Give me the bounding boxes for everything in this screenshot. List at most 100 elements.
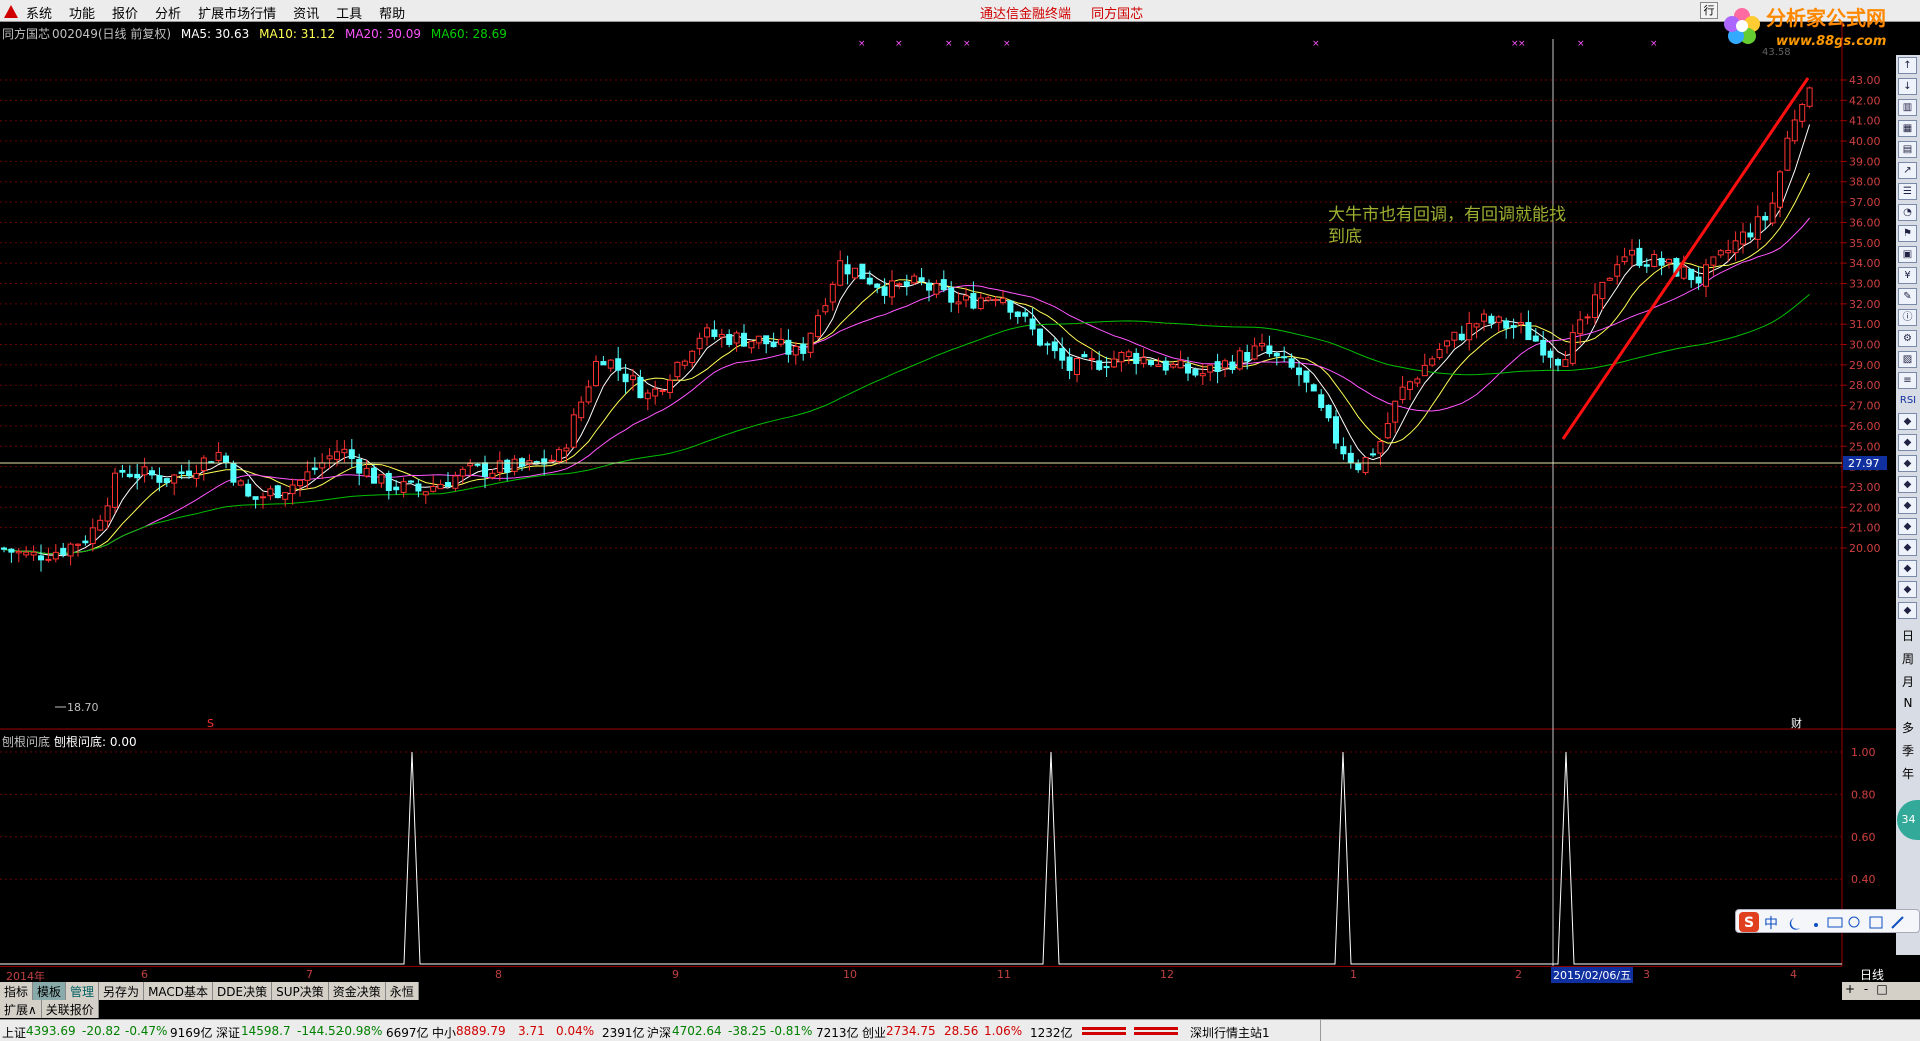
tab-7[interactable]: 资金决策 <box>329 982 386 1000</box>
candle-body <box>163 478 170 484</box>
window-button[interactable]: 行 <box>1700 2 1718 19</box>
tab-2[interactable]: 管理 <box>66 982 100 1000</box>
tab-3[interactable]: 另存为 <box>99 982 145 1000</box>
candle-body <box>1732 240 1739 254</box>
candle-body <box>1658 257 1665 266</box>
signal-x-marker: × <box>1518 39 1526 49</box>
pie-icon[interactable]: ◔ <box>1898 204 1917 221</box>
period-4[interactable]: 多 <box>1899 719 1917 736</box>
tab-0[interactable]: 指标 <box>0 982 34 1000</box>
font-icon[interactable]: ◆ <box>1898 560 1917 577</box>
period-label[interactable]: 日线 <box>1848 966 1896 982</box>
info-icon[interactable]: ⓘ <box>1898 309 1917 326</box>
candle-body <box>933 283 940 295</box>
note-icon[interactable]: ✎ <box>1898 288 1917 305</box>
export-icon[interactable]: ◆ <box>1898 497 1917 514</box>
candle-body <box>1525 322 1532 341</box>
tab-6[interactable]: SUP决策 <box>272 982 329 1000</box>
level-icon[interactable]: ≡ <box>1898 372 1917 389</box>
period-5[interactable]: 季 <box>1899 742 1917 759</box>
move-icon[interactable]: ◆ <box>1898 434 1917 451</box>
candle-body <box>837 260 844 286</box>
sound-icon[interactable]: ◆ <box>1898 539 1917 556</box>
eraser-icon[interactable]: ◆ <box>1898 476 1917 493</box>
menu-item[interactable]: 工具 <box>336 3 362 22</box>
period-2[interactable]: 月 <box>1899 673 1917 690</box>
layout-button[interactable]: □ <box>1874 982 1890 996</box>
bar-icon[interactable]: ▤ <box>1898 141 1917 158</box>
rsi-button[interactable]: RSI <box>1899 395 1917 406</box>
zoom-out-button[interactable]: - <box>1858 982 1874 996</box>
calc-icon[interactable]: ▣ <box>1898 246 1917 263</box>
chart-icon[interactable]: ▨ <box>1898 351 1917 368</box>
price-axis: 43.00 42.00 41.00 40.00 39.00 38.00 37.00 36.00… <box>1842 74 1881 555</box>
ext-tab-1[interactable]: 关联报价 <box>42 1000 99 1018</box>
indicator-tick-label: 0.80 <box>1851 788 1876 801</box>
candle-body <box>1207 364 1214 373</box>
ime-toolbar[interactable]: S 中 <box>1735 909 1920 933</box>
candle-body <box>1399 386 1406 400</box>
chart-area[interactable]: × × × × × × × × × × 大牛市也有回调，有回调就能找 到底 43.0042.004… <box>0 22 1896 966</box>
signal-x-marker: × <box>1312 39 1320 49</box>
tab-5[interactable]: DDE决策 <box>213 982 273 1000</box>
title-center: 通达信金融终端 同方国芯 <box>980 3 1159 22</box>
server-name[interactable]: 深圳行情主站1 <box>1190 1024 1270 1041</box>
pen-icon[interactable]: ◆ <box>1898 455 1917 472</box>
gear-icon[interactable]: ⚙ <box>1898 330 1917 347</box>
menu-item[interactable]: 报价 <box>112 3 138 22</box>
user-icon <box>1848 916 1860 928</box>
candle-body <box>15 550 22 554</box>
period-6[interactable]: 年 <box>1899 765 1917 782</box>
list-icon[interactable]: ☰ <box>1898 183 1917 200</box>
candle-body <box>297 479 303 487</box>
candle-body <box>23 551 30 556</box>
svg-text:S: S <box>1744 915 1754 931</box>
ma20-line <box>3 217 1810 555</box>
candle-body <box>1540 339 1547 356</box>
line-chart-icon[interactable]: ↗ <box>1898 162 1917 179</box>
exit-icon[interactable]: ◆ <box>1898 602 1917 619</box>
sh-percent: -0.47% <box>125 1024 168 1038</box>
grid-icon[interactable]: ▦ <box>1898 120 1917 137</box>
candle-body <box>8 548 15 553</box>
candle-body <box>1503 320 1510 329</box>
menu-item[interactable]: 系统 <box>26 3 52 22</box>
fund-icon[interactable]: ¥ <box>1898 267 1917 284</box>
menu-item[interactable]: 帮助 <box>379 3 405 22</box>
candle-body <box>644 392 651 400</box>
zoom-in-button[interactable]: + <box>1842 982 1858 996</box>
period-0[interactable]: 日 <box>1899 627 1917 644</box>
candle-body <box>1466 322 1473 341</box>
price-tick-label: 21.00 <box>1849 522 1881 535</box>
menu-item[interactable]: 资讯 <box>293 3 319 22</box>
tab-8[interactable]: 永恒 <box>386 982 419 1000</box>
candle-body <box>1170 363 1177 368</box>
date-tick-label: 10 <box>843 968 857 981</box>
ime-mode[interactable]: 中 <box>1764 916 1778 932</box>
candle-body <box>1481 313 1487 322</box>
tab-4[interactable]: MACD基本 <box>144 982 214 1000</box>
flag-icon[interactable]: ⚑ <box>1898 225 1917 242</box>
down-arrow-icon[interactable]: ↓ <box>1898 78 1917 95</box>
candle-body <box>75 543 81 546</box>
price-tick-label: 28.00 <box>1849 379 1881 392</box>
candle-icon[interactable]: ▥ <box>1898 99 1917 116</box>
candle-body <box>274 485 281 499</box>
period-1[interactable]: 周 <box>1899 650 1917 667</box>
app-window: { "menubar": { "items": ["系统","功能","报价",… <box>0 0 1920 1041</box>
period-3[interactable]: N <box>1899 696 1917 710</box>
menu-item[interactable]: 分析 <box>155 3 181 22</box>
price-tick-label: 22.00 <box>1849 501 1881 514</box>
candle-body <box>1747 232 1754 238</box>
up-arrow-icon[interactable]: ↑ <box>1898 57 1917 74</box>
print-icon[interactable]: ◆ <box>1898 581 1917 598</box>
ext-tab-0[interactable]: 扩展∧ <box>0 1000 42 1018</box>
tab-1[interactable]: 模板 <box>33 982 67 1000</box>
price-tick-label: 38.00 <box>1849 176 1881 189</box>
candle-body <box>1155 364 1162 367</box>
menu-item[interactable]: 扩展市场行情 <box>198 3 276 22</box>
candle-body <box>896 283 903 286</box>
menu-item[interactable]: 功能 <box>69 3 95 22</box>
sync-icon[interactable]: ◆ <box>1898 413 1917 430</box>
save-icon[interactable]: ◆ <box>1898 518 1917 535</box>
